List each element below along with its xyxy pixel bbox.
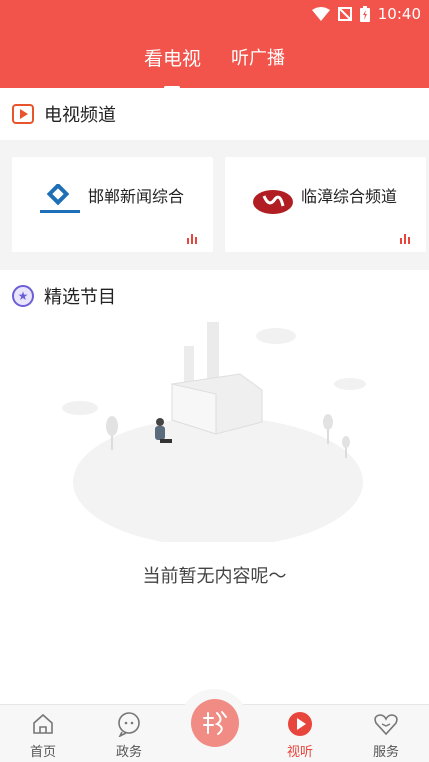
star-badge-icon: ★ (12, 285, 34, 307)
tv-play-icon (12, 104, 34, 124)
signal-off-icon (337, 7, 352, 21)
live-bars-icon (400, 234, 412, 244)
status-bar: 10:40 (0, 0, 429, 28)
empty-state: 当前暂无内容呢～ (0, 322, 429, 704)
battery-charging-icon (359, 6, 370, 22)
bottom-nav: 首页 政务 视听 服务 (0, 689, 429, 762)
tab-bar: 看电视 听广播 (0, 44, 429, 89)
channel-name: 临漳综合频道 (301, 187, 398, 206)
center-logo-button[interactable] (191, 699, 239, 747)
wifi-icon (311, 7, 330, 21)
empty-box-illustration (62, 322, 366, 542)
tv-channels-header: 电视频道 (0, 88, 429, 140)
play-icon (288, 712, 312, 736)
tab-listen-radio-label: 听广播 (231, 48, 285, 69)
home-icon (33, 713, 53, 734)
tab-watch-tv[interactable]: 看电视 (142, 44, 203, 89)
channel-card-linzhang[interactable]: 临漳综合频道 (225, 157, 426, 252)
tab-watch-tv-label: 看电视 (143, 48, 201, 70)
channel-list: 邯郸新闻综合 临漳综合频道 (0, 140, 429, 270)
nav-services-label: 服务 (372, 745, 399, 760)
nav-home-label: 首页 (29, 745, 56, 760)
nav-services[interactable]: 服务 (343, 711, 429, 762)
nav-government[interactable]: 政务 (86, 711, 172, 762)
handan-news-logo (40, 184, 80, 213)
chat-icon (118, 712, 140, 737)
top-header: 10:40 看电视 听广播 (0, 0, 429, 89)
nav-government-label: 政务 (115, 745, 142, 760)
nav-media[interactable]: 视听 (257, 711, 343, 762)
heart-icon (374, 714, 398, 736)
nav-media-label: 视听 (286, 745, 313, 760)
featured-programs-header: ★ 精选节目 (0, 270, 429, 322)
tv-section-title: 电视频道 (44, 105, 116, 126)
featured-section-title: 精选节目 (44, 287, 116, 308)
channel-name: 邯郸新闻综合 (88, 187, 185, 206)
empty-message: 当前暂无内容呢～ (142, 566, 287, 587)
linzhang-logo (253, 190, 293, 214)
channel-card-handan[interactable]: 邯郸新闻综合 (12, 157, 213, 252)
live-bars-icon (187, 234, 199, 244)
clock: 10:40 (377, 5, 421, 23)
tab-listen-radio[interactable]: 听广播 (229, 44, 287, 74)
nav-home[interactable]: 首页 (0, 711, 86, 762)
brand-seal-icon (203, 711, 227, 735)
